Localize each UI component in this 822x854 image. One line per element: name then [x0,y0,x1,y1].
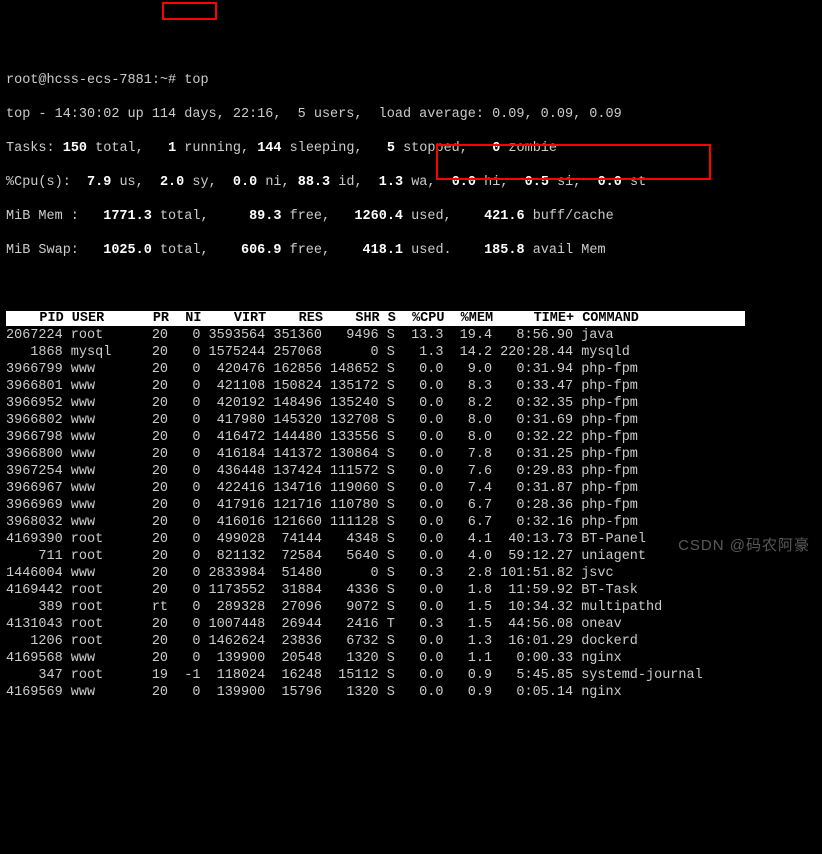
process-row[interactable]: 3966969 www 20 0 417916 121716 110780 S … [6,497,816,514]
process-row[interactable]: 3966798 www 20 0 416472 144480 133556 S … [6,429,816,446]
process-row[interactable]: 3966801 www 20 0 421108 150824 135172 S … [6,378,816,395]
process-row[interactable]: 4169569 www 20 0 139900 15796 1320 S 0.0… [6,684,816,701]
process-row[interactable]: 3966800 www 20 0 416184 141372 130864 S … [6,446,816,463]
top-uptime-line: top - 14:30:02 up 114 days, 22:16, 5 use… [6,106,816,123]
blank-line [6,276,816,293]
top-swap-line: MiB Swap: 1025.0 total, 606.9 free, 418.… [6,242,816,259]
top-tasks-line: Tasks: 150 total, 1 running, 144 sleepin… [6,140,816,157]
process-row[interactable]: 389 root rt 0 289328 27096 9072 S 0.0 1.… [6,599,816,616]
process-row[interactable]: 1206 root 20 0 1462624 23836 6732 S 0.0 … [6,633,816,650]
process-row[interactable]: 711 root 20 0 821132 72584 5640 S 0.0 4.… [6,548,816,565]
process-table: PID USER PR NI VIRT RES SHR S %CPU %MEM … [6,310,816,701]
process-row[interactable]: 347 root 19 -1 118024 16248 15112 S 0.0 … [6,667,816,684]
process-row[interactable]: 3966952 www 20 0 420192 148496 135240 S … [6,395,816,412]
process-row[interactable]: 3968032 www 20 0 416016 121660 111128 S … [6,514,816,531]
top-mem-line: MiB Mem : 1771.3 total, 89.3 free, 1260.… [6,208,816,225]
highlight-box-command [162,2,217,20]
process-row[interactable]: 3966802 www 20 0 417980 145320 132708 S … [6,412,816,429]
process-header[interactable]: PID USER PR NI VIRT RES SHR S %CPU %MEM … [6,310,816,327]
process-row[interactable]: 4169390 root 20 0 499028 74144 4348 S 0.… [6,531,816,548]
process-row[interactable]: 2067224 root 20 0 3593564 351360 9496 S … [6,327,816,344]
top-cpu-line: %Cpu(s): 7.9 us, 2.0 sy, 0.0 ni, 88.3 id… [6,174,816,191]
process-row[interactable]: 4169442 root 20 0 1173552 31884 4336 S 0… [6,582,816,599]
process-row[interactable]: 1868 mysql 20 0 1575244 257068 0 S 1.3 1… [6,344,816,361]
process-row[interactable]: 3966967 www 20 0 422416 134716 119060 S … [6,480,816,497]
shell-prompt-line[interactable]: root@hcss-ecs-7881:~# top [6,72,816,89]
process-row[interactable]: 4131043 root 20 0 1007448 26944 2416 T 0… [6,616,816,633]
process-row[interactable]: 3966799 www 20 0 420476 162856 148652 S … [6,361,816,378]
process-row[interactable]: 3967254 www 20 0 436448 137424 111572 S … [6,463,816,480]
process-row[interactable]: 4169568 www 20 0 139900 20548 1320 S 0.0… [6,650,816,667]
